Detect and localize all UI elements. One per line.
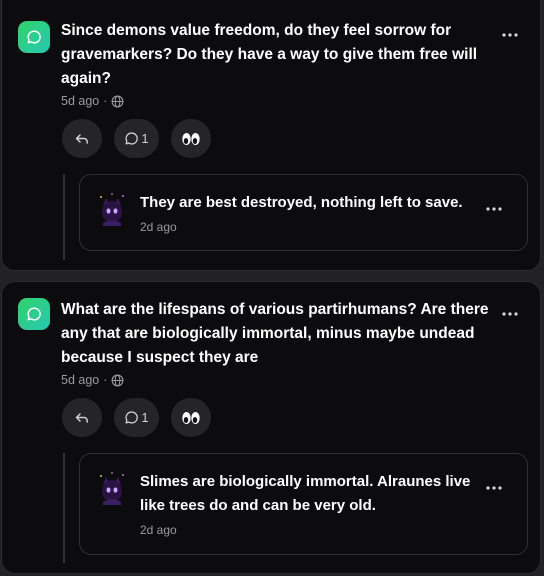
more-horizontal-icon: [502, 312, 518, 316]
question-meta: 5d ago ·: [61, 373, 124, 387]
comment-count: 1: [141, 131, 149, 146]
thread-line: [63, 174, 65, 260]
timestamp: 5d ago: [61, 94, 100, 108]
react-button[interactable]: [171, 398, 211, 437]
chat-bubble-icon: [18, 21, 50, 53]
question-text: Since demons value freedom, do they feel…: [61, 22, 478, 87]
separator: ·: [103, 94, 108, 108]
reply-text: Slimes are biologically immortal. Alraun…: [140, 473, 471, 514]
globe-icon: [111, 95, 124, 108]
question-text: What are the lifespans of various partir…: [61, 301, 489, 366]
reply-button[interactable]: [62, 398, 102, 437]
more-horizontal-icon: [486, 486, 502, 490]
more-horizontal-icon: [486, 207, 502, 211]
reply-text: They are best destroyed, nothing left to…: [140, 194, 463, 211]
timestamp: 5d ago: [61, 373, 100, 387]
reply-card: Slimes are biologically immortal. Alraun…: [79, 453, 528, 555]
avatar: [97, 471, 127, 505]
thread-line: [63, 453, 65, 563]
question-card: Since demons value freedom, do they feel…: [1, 0, 541, 271]
chat-bubble-icon: [18, 298, 50, 330]
action-bar: 1: [62, 119, 211, 158]
more-horizontal-icon: [502, 33, 518, 37]
reply-more-button[interactable]: [483, 202, 505, 216]
more-options-button[interactable]: [499, 307, 521, 321]
eyes-emoji-icon: [182, 411, 200, 424]
comment-button[interactable]: 1: [114, 398, 159, 437]
reply-timestamp: 2d ago: [140, 220, 177, 234]
reply-card: They are best destroyed, nothing left to…: [79, 174, 528, 251]
reply-more-button[interactable]: [483, 481, 505, 495]
comment-icon: [125, 132, 139, 145]
globe-icon: [111, 374, 124, 387]
comment-count: 1: [141, 410, 149, 425]
question-meta: 5d ago ·: [61, 94, 124, 108]
reply-arrow-icon: [75, 133, 88, 144]
action-bar: 1: [62, 398, 211, 437]
reply-arrow-icon: [75, 412, 88, 423]
question-card: What are the lifespans of various partir…: [1, 281, 541, 574]
more-options-button[interactable]: [499, 28, 521, 42]
comment-icon: [125, 411, 139, 424]
reply-timestamp: 2d ago: [140, 523, 177, 537]
avatar: [97, 192, 127, 226]
eyes-emoji-icon: [182, 132, 200, 145]
comment-button[interactable]: 1: [114, 119, 159, 158]
reply-button[interactable]: [62, 119, 102, 158]
react-button[interactable]: [171, 119, 211, 158]
separator: ·: [103, 373, 108, 387]
